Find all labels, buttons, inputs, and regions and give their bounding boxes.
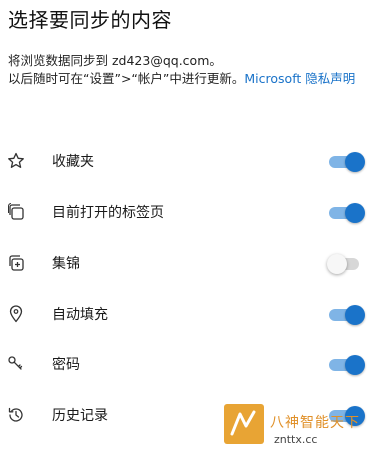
- sync-item-favorites[interactable]: 收藏夹: [0, 141, 367, 181]
- sync-item-passwords[interactable]: 密码: [0, 344, 367, 384]
- sync-item-label: 密码: [52, 357, 80, 373]
- watermark-url: znttx.cc: [274, 433, 318, 446]
- settings-hint-label: 以后随时可在“设置”>“帐户”中进行更新。: [8, 71, 245, 86]
- sync-item-label: 收藏夹: [52, 154, 94, 170]
- star-icon: [6, 151, 26, 171]
- settings-hint-text: 以后随时可在“设置”>“帐户”中进行更新。Microsoft 隐私声明: [8, 70, 364, 88]
- page-title: 选择要同步的内容: [8, 8, 172, 32]
- sync-item-collections[interactable]: 集锦: [0, 243, 367, 283]
- autofill-toggle[interactable]: [329, 303, 365, 325]
- collections-toggle[interactable]: [327, 252, 363, 274]
- passwords-toggle[interactable]: [329, 353, 365, 375]
- sync-item-label: 目前打开的标签页: [52, 205, 164, 221]
- open-tabs-toggle[interactable]: [329, 201, 365, 223]
- location-pin-icon: [6, 304, 26, 324]
- sync-item-autofill[interactable]: 自动填充: [0, 294, 367, 334]
- collections-icon: [6, 253, 26, 273]
- watermark-title: 八神智能天下: [270, 415, 360, 431]
- favorites-toggle[interactable]: [329, 150, 365, 172]
- sync-item-open-tabs[interactable]: 目前打开的标签页: [0, 192, 367, 232]
- tabs-icon: [6, 202, 26, 222]
- history-icon: [6, 405, 26, 425]
- key-icon: [6, 354, 26, 374]
- sync-item-label: 自动填充: [52, 307, 108, 323]
- sync-account-text: 将浏览数据同步到 zd423@qq.com。: [8, 53, 222, 68]
- sync-item-label: 历史记录: [52, 408, 108, 424]
- watermark-logo: [224, 404, 264, 444]
- watermark: 八神智能天下 znttx.cc: [224, 400, 367, 460]
- sync-item-label: 集锦: [52, 256, 80, 272]
- privacy-statement-link[interactable]: Microsoft 隐私声明: [244, 71, 355, 86]
- sync-description: 将浏览数据同步到 zd423@qq.com。 以后随时可在“设置”>“帐户”中进…: [8, 52, 364, 88]
